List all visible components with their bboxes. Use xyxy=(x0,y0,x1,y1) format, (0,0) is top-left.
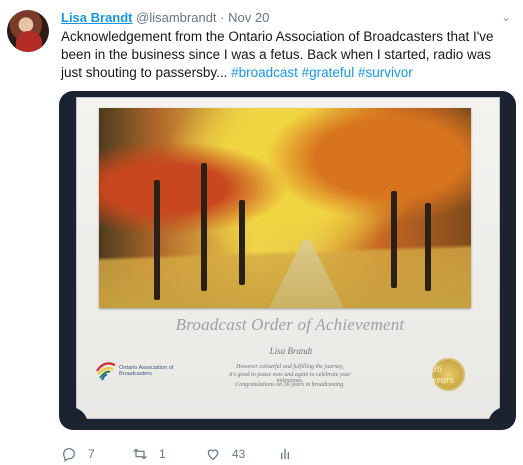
reply-count: 7 xyxy=(88,447,95,461)
certificate: Broadcast Order of Achievement Lisa Bran… xyxy=(70,97,506,425)
tweet-date[interactable]: Nov 20 xyxy=(228,10,269,25)
tree-trunk xyxy=(391,191,397,288)
hashtag-survivor[interactable]: #survivor xyxy=(358,65,413,80)
certificate-title: Broadcast Order of Achievement xyxy=(175,315,405,334)
tweet: Lisa Brandt @lisambrandt · Nov 20 ⌄ Ackn… xyxy=(0,0,523,465)
tweet-text: Acknowledgement from the Ontario Associa… xyxy=(61,28,513,82)
author-name[interactable]: Lisa Brandt xyxy=(61,10,133,25)
like-count: 43 xyxy=(232,447,246,461)
tree-trunk xyxy=(201,163,207,291)
tree-trunk xyxy=(239,200,245,285)
path-shape xyxy=(269,240,344,308)
retweet-icon xyxy=(133,448,147,460)
oab-logo-icon xyxy=(96,362,116,381)
hashtag-broadcast[interactable]: #broadcast xyxy=(231,65,298,80)
hashtag-grateful[interactable]: #grateful xyxy=(302,65,355,80)
heart-icon xyxy=(207,449,219,460)
certificate-line-1: However colourful and fulfilling the jou… xyxy=(236,364,344,370)
retweet-count: 1 xyxy=(159,447,166,461)
like-button[interactable]: 43 xyxy=(205,446,245,462)
avatar[interactable] xyxy=(7,10,49,52)
certificate-line-3: Congratulations on 36 years in broadcast… xyxy=(235,382,345,388)
retweet-button[interactable]: 1 xyxy=(132,446,166,462)
tweet-photo[interactable]: Broadcast Order of Achievement Lisa Bran… xyxy=(59,91,516,430)
author-handle[interactable]: @lisambrandt xyxy=(136,10,216,25)
reply-icon xyxy=(63,448,75,462)
tweet-actions: 7 1 43 xyxy=(61,446,301,462)
tweet-header: Lisa Brandt @lisambrandt · Nov 20 xyxy=(61,10,269,26)
analytics-button[interactable] xyxy=(277,446,293,462)
organization-name: Ontario Association of Broadcasters xyxy=(119,365,174,378)
tree-trunk xyxy=(425,203,431,291)
anniversary-seal: 36 years xyxy=(432,358,465,391)
separator: · xyxy=(220,10,225,25)
chevron-down-icon[interactable]: ⌄ xyxy=(499,10,513,24)
autumn-photo xyxy=(99,108,471,308)
tree-trunk xyxy=(154,180,160,300)
certificate-recipient: Lisa Brandt xyxy=(269,346,313,356)
analytics-icon xyxy=(281,448,289,460)
reply-button[interactable]: 7 xyxy=(61,446,95,462)
